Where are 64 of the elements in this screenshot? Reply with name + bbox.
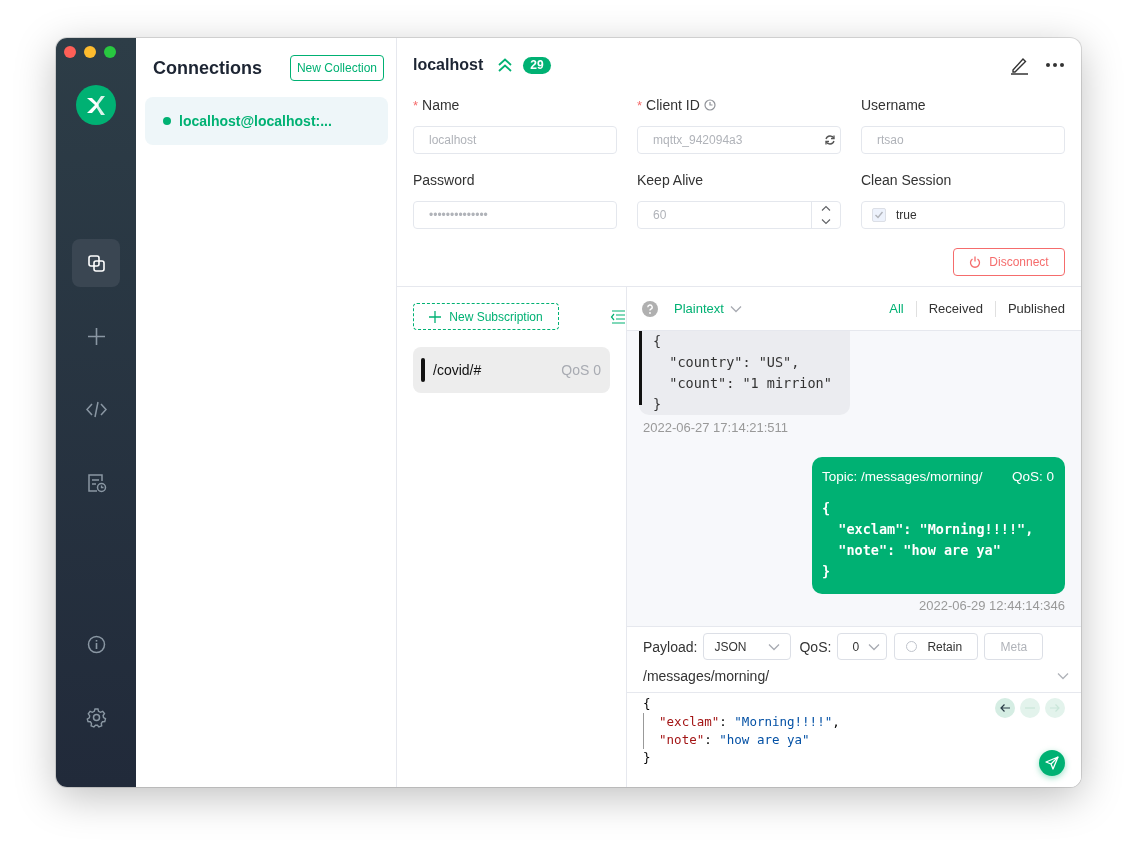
connection-item[interactable]: localhost@localhost:...	[145, 97, 388, 145]
filter-tab[interactable]: Published	[994, 300, 1065, 317]
clock-icon	[703, 99, 716, 111]
message-qos: QoS: 0	[1011, 469, 1054, 484]
collapse-icon[interactable]	[610, 309, 626, 324]
settings-icon	[85, 706, 107, 728]
connections-icon	[85, 252, 107, 274]
field-label: Username	[861, 97, 926, 113]
send-icon	[1045, 756, 1059, 770]
required-mark: *	[637, 97, 643, 113]
retain-button[interactable]: Retain	[894, 633, 979, 660]
message-time: 2022-06-27 17:14:21:511	[643, 420, 789, 436]
traffic-light-minimize[interactable]	[84, 46, 96, 58]
info-icon	[85, 633, 107, 655]
disconnect-button[interactable]: Disconnect	[953, 248, 1065, 276]
payload-label: Payload:	[643, 638, 698, 655]
power-icon	[969, 256, 982, 268]
chevron-icon	[1057, 672, 1069, 680]
subscription-topic: /covid/#	[433, 362, 482, 378]
subscription-qos: QoS 0	[561, 362, 601, 378]
message-time: 2022-06-29 12:44:14:346	[919, 598, 1065, 614]
connection-name: localhost@localhost:...	[179, 113, 332, 129]
qos-label: QoS:	[799, 638, 832, 655]
field-label: Clean Session	[861, 172, 952, 188]
double-chevron-up-icon	[497, 58, 514, 72]
field-label: Keep Alive	[637, 172, 704, 188]
plus-icon	[85, 325, 107, 347]
payload-type-select[interactable]: JSON	[703, 633, 792, 660]
subscription-item[interactable]: /covid/# QoS 0	[413, 347, 610, 393]
chevron-icon	[768, 642, 781, 651]
forward-icon	[1049, 702, 1061, 714]
field-label: Client ID	[646, 97, 700, 113]
plus-icon	[429, 310, 442, 323]
filter-tab[interactable]: All	[877, 300, 916, 317]
send-button[interactable]	[1039, 750, 1065, 776]
back-icon	[999, 702, 1011, 714]
nav-button[interactable]	[72, 239, 120, 287]
more-icon[interactable]	[1045, 62, 1065, 68]
traffic-light-zoom[interactable]	[104, 46, 116, 58]
message-topic: Topic: /messages/morning/	[822, 469, 983, 484]
payload-format-select[interactable]: Plaintext	[674, 301, 724, 316]
new-collection-button[interactable]: New Collection	[289, 55, 384, 81]
logo-icon	[76, 85, 116, 125]
message-payload: { "exclam": "Morning!!!!", "note": "how are ya" }	[822, 499, 1035, 581]
panel-title: Connections	[153, 57, 262, 79]
chevron-icon	[729, 304, 742, 313]
message-count-badge: 29	[523, 56, 551, 74]
topic-field[interactable]: /messages/morning/	[627, 660, 1081, 693]
message-payload: { "country": "US", "count": "1 mirrion" }	[653, 332, 832, 414]
payload-editor[interactable]: { "exclam": "Morning!!!!", "note": "how are ya" }	[627, 693, 1081, 769]
required-mark: *	[413, 97, 419, 113]
help-icon	[642, 300, 658, 317]
connection-title: localhost	[413, 56, 484, 74]
history-button[interactable]	[995, 698, 1015, 718]
new-subscription-button[interactable]: New Subscription	[413, 303, 559, 330]
chevron-icon	[868, 642, 881, 651]
log-icon	[85, 471, 107, 493]
checkbox-label: true	[896, 208, 917, 222]
field-label: Name	[422, 97, 460, 113]
filter-tab[interactable]: Received	[915, 300, 995, 317]
refresh-icon	[824, 134, 836, 146]
qos-select[interactable]: 0	[837, 633, 888, 660]
field-label: Password	[413, 172, 475, 188]
traffic-light-close[interactable]	[64, 46, 76, 58]
